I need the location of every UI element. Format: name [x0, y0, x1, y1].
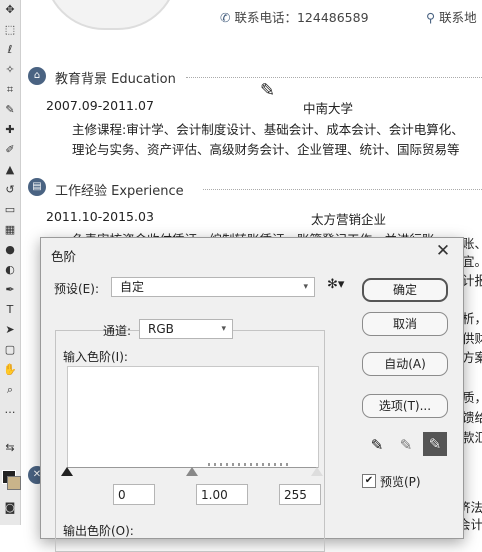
marquee-tool-icon[interactable]: ⬚	[2, 22, 18, 38]
preset-label: 预设(E):	[54, 282, 99, 296]
contact-phone: ✆ 联系电话：124486589	[220, 10, 369, 25]
experience-section-icon: ▤	[28, 178, 46, 196]
divider	[203, 189, 482, 190]
channel-select[interactable]: RGB ▾	[139, 319, 233, 339]
white-point-slider[interactable]	[311, 467, 323, 476]
education-section-icon: ⌂	[28, 67, 46, 85]
stamp-tool-icon[interactable]: ▲	[2, 162, 18, 178]
cancel-button[interactable]: 取消	[362, 312, 448, 336]
input-levels-label: 输入色阶(I):	[63, 350, 128, 364]
shape-tool-icon[interactable]: ▢	[2, 342, 18, 358]
experience-company: 太方营销企业	[311, 212, 387, 227]
experience-period: 2011.10-2015.03	[46, 209, 154, 224]
options-button[interactable]: 选项(T)...	[362, 394, 448, 418]
eyedropper-tool-icon[interactable]: ✎	[2, 102, 18, 118]
education-school: 中南大学	[303, 101, 354, 116]
chevron-down-icon: ▾	[221, 324, 226, 334]
preset-select[interactable]: 自定 ▾	[111, 277, 315, 297]
blur-tool-icon[interactable]: ●	[2, 242, 18, 258]
zoom-tool-icon[interactable]: ⌕	[2, 382, 18, 398]
input-gamma-value[interactable]: 1.00	[196, 484, 248, 505]
midtone-slider[interactable]	[186, 467, 198, 476]
hand-tool-icon[interactable]: ✋	[2, 362, 18, 378]
profile-photo	[44, 0, 178, 30]
path-select-tool-icon[interactable]: ➤	[2, 322, 18, 338]
gray-eyedropper-icon[interactable]: ✎	[395, 434, 417, 456]
magic-wand-tool-icon[interactable]: ✧	[2, 62, 18, 78]
education-courses-line1: 主修课程:审计学、会计制度设计、基础会计、成本会计、会计电算化、	[72, 122, 464, 137]
more-tools-icon[interactable]: …	[2, 402, 18, 418]
education-courses-line2: 理论与实务、资产评估、高级财务会计、企业管理、统计、国际贸易等	[72, 142, 460, 157]
divider	[186, 77, 482, 78]
preview-label: 预览(P)	[380, 475, 421, 489]
pen-tool-icon[interactable]: ✒	[2, 282, 18, 298]
swap-colors-icon[interactable]: ⇆	[2, 440, 18, 456]
eraser-tool-icon[interactable]: ▭	[2, 202, 18, 218]
histogram	[67, 366, 319, 468]
resume-fragment: 款汇	[462, 430, 482, 445]
levels-dialog: 色阶 ✕ 预设(E): 自定 ▾ ✻▾ 通道: RGB ▾ 输入色阶(I): 0…	[40, 237, 464, 552]
channel-value: RGB	[148, 322, 174, 336]
move-tool-icon[interactable]: ✥	[2, 2, 18, 18]
tools-panel: ✥ ⬚ ℓ ✧ ⌗ ✎ ✚ ✐ ▲ ↺ ▭ ▦ ● ◐ ✒ T ➤ ▢ ✋ ⌕ …	[0, 0, 21, 525]
type-tool-icon[interactable]: T	[2, 302, 18, 318]
resume-fragment: 计报	[462, 273, 482, 288]
channel-label: 通道:	[103, 324, 132, 338]
preset-value: 自定	[120, 280, 145, 294]
gear-icon[interactable]: ✻▾	[327, 277, 344, 292]
white-eyedropper-icon[interactable]: ✎	[423, 432, 447, 456]
resume-fragment: 账、	[462, 236, 482, 251]
dialog-title: 色阶	[51, 249, 77, 264]
location-pin-icon: ⚲	[426, 10, 436, 25]
quick-mask-icon[interactable]: ◙	[2, 500, 18, 516]
dodge-tool-icon[interactable]: ◐	[2, 262, 18, 278]
resume-fragment: 方案	[462, 350, 482, 365]
histogram-data	[208, 463, 288, 466]
input-black-value[interactable]: 0	[113, 484, 155, 505]
education-title: 教育背景 Education	[55, 72, 176, 87]
experience-title: 工作经验 Experience	[55, 184, 184, 199]
education-period: 2007.09-2011.07	[46, 98, 154, 113]
gradient-tool-icon[interactable]: ▦	[2, 222, 18, 238]
crop-tool-icon[interactable]: ⌗	[2, 82, 18, 98]
resume-fragment: 宜。	[462, 254, 482, 269]
close-icon[interactable]: ✕	[433, 240, 453, 262]
black-eyedropper-icon[interactable]: ✎	[366, 434, 388, 456]
black-point-slider[interactable]	[61, 467, 73, 476]
resume-fragment: 质，协	[462, 390, 482, 405]
history-brush-tool-icon[interactable]: ↺	[2, 182, 18, 198]
lasso-tool-icon[interactable]: ℓ	[2, 42, 18, 58]
ok-button[interactable]: 确定	[362, 278, 448, 302]
healing-tool-icon[interactable]: ✚	[2, 122, 18, 138]
resume-fragment: 馈给	[462, 410, 482, 425]
background-color-swatch[interactable]	[7, 476, 21, 490]
chevron-down-icon: ▾	[303, 282, 308, 292]
brush-tool-icon[interactable]: ✐	[2, 142, 18, 158]
auto-button[interactable]: 自动(A)	[362, 352, 448, 376]
resume-fragment: 析，	[462, 311, 482, 326]
eyedropper-cursor-icon: ✎	[260, 80, 276, 101]
resume-fragment: 供财	[462, 331, 482, 346]
preview-checkbox[interactable]: ✔	[362, 474, 376, 488]
phone-icon: ✆	[220, 10, 231, 25]
contact-address: ⚲ 联系地	[426, 10, 477, 25]
input-white-value[interactable]: 255	[279, 484, 321, 505]
